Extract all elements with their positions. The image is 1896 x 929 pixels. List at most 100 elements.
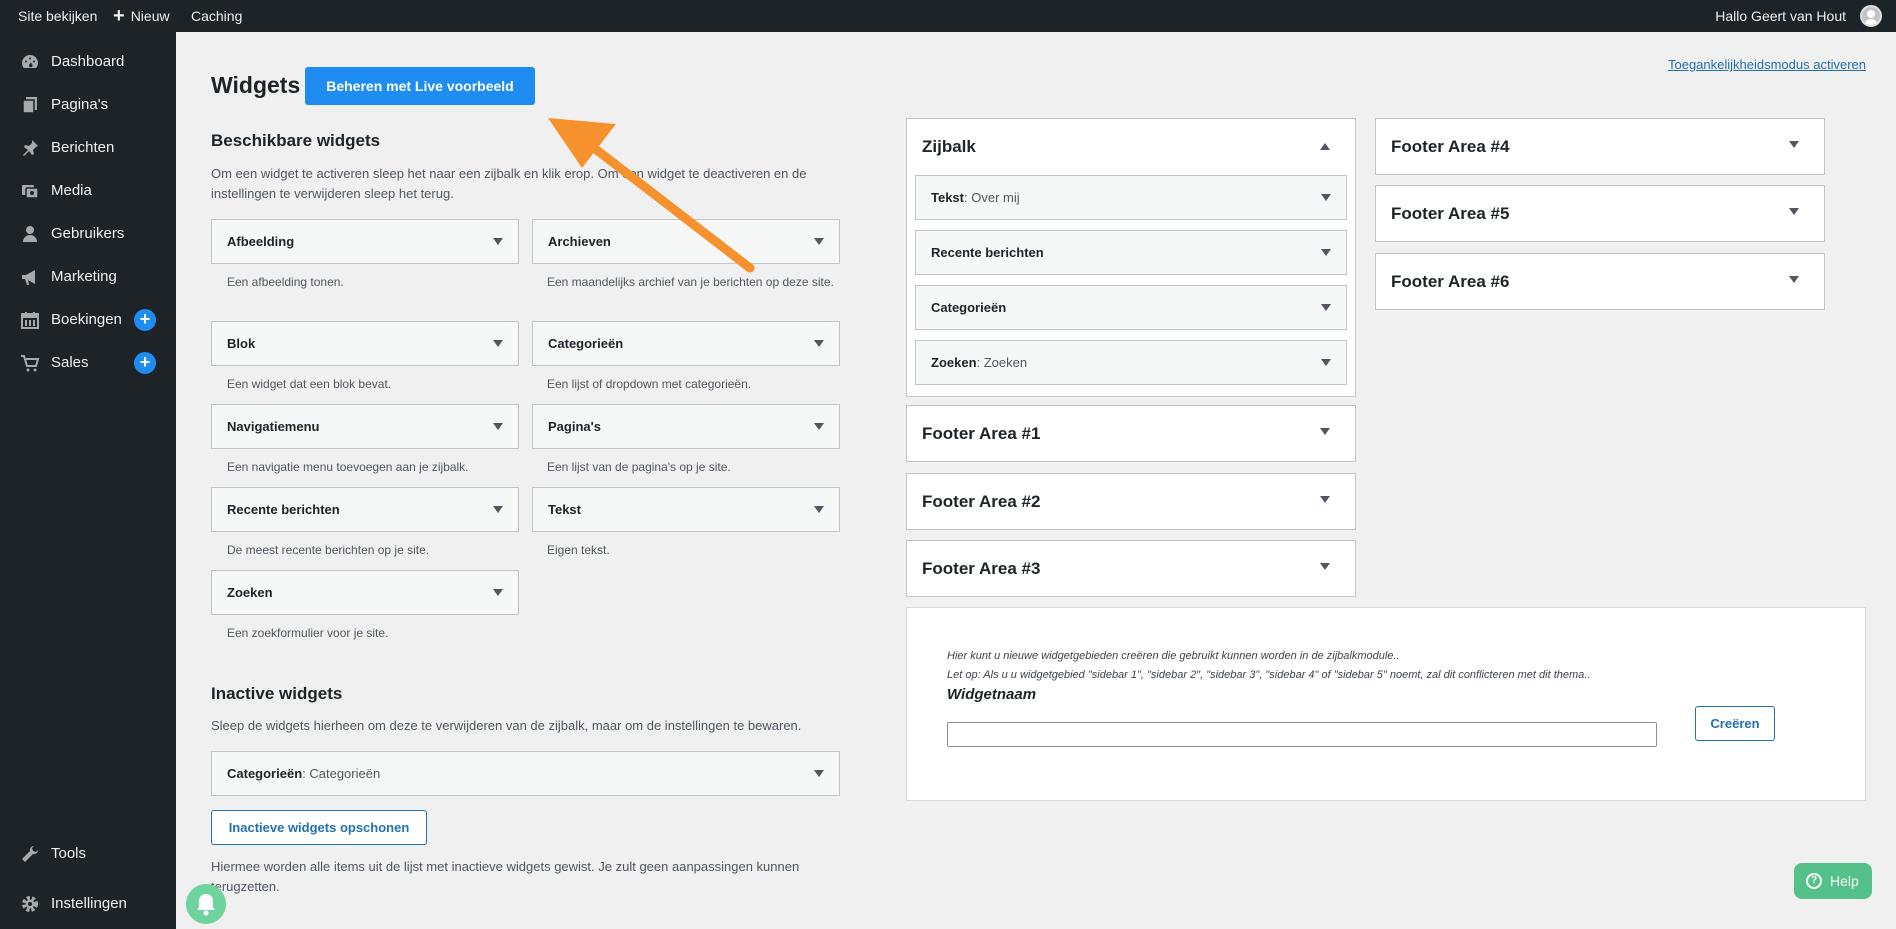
caret-down-icon[interactable] bbox=[1789, 208, 1799, 215]
sidebar-item-media[interactable]: Media bbox=[0, 173, 176, 209]
create-button[interactable]: Creëren bbox=[1695, 706, 1775, 741]
caret-down-icon[interactable] bbox=[493, 589, 503, 596]
page-title: Widgets bbox=[211, 72, 301, 98]
notification-button[interactable] bbox=[186, 884, 226, 924]
widget-afbeelding[interactable]: Afbeelding bbox=[211, 219, 519, 264]
widget-title: Tekst bbox=[548, 502, 581, 517]
footer-area-5[interactable]: Footer Area #5 bbox=[1375, 185, 1825, 242]
available-widgets-description: Om een widget te activeren sleep het naa… bbox=[211, 166, 807, 201]
caret-down-icon[interactable] bbox=[814, 238, 824, 245]
inactive-widgets-title: Inactive widgets bbox=[211, 684, 343, 703]
footer-area-2[interactable]: Footer Area #2 bbox=[906, 473, 1356, 530]
sidebar-item-label: Media bbox=[51, 182, 92, 199]
area-title: Zijbalk bbox=[922, 137, 976, 156]
zijbalk-widget-tekst[interactable]: Tekst: Over mij bbox=[915, 175, 1347, 220]
new-label: Nieuw bbox=[130, 8, 170, 24]
create-note-warning: Let op: Als u u widgetgebied "sidebar 1"… bbox=[947, 669, 1591, 681]
widget-blok[interactable]: Blok bbox=[211, 321, 519, 366]
widget-title: Afbeelding bbox=[227, 234, 295, 249]
widget-name-input[interactable] bbox=[947, 722, 1657, 747]
account-greeting[interactable]: Hallo Geert van Hout bbox=[1715, 0, 1846, 32]
caret-down-icon[interactable] bbox=[1321, 304, 1331, 311]
widget-navigatiemenu[interactable]: Navigatiemenu bbox=[211, 404, 519, 449]
widget-name: Categorieën bbox=[931, 300, 1007, 315]
zijbalk-widget-categorieen[interactable]: Categorieën bbox=[915, 285, 1347, 330]
widget-archieven[interactable]: Archieven bbox=[532, 219, 840, 264]
caret-down-icon[interactable] bbox=[814, 506, 824, 513]
sidebar-item-settings[interactable]: Instellingen bbox=[0, 886, 176, 922]
caret-down-icon[interactable] bbox=[1321, 249, 1331, 256]
plus-icon: + bbox=[113, 5, 125, 27]
widget-title: Categorieën: Categorieën bbox=[227, 752, 380, 795]
sidebar-item-pages[interactable]: Pagina's bbox=[0, 87, 176, 123]
caret-down-icon[interactable] bbox=[814, 423, 824, 430]
caret-down-icon[interactable] bbox=[1320, 563, 1330, 570]
sidebar-item-tools[interactable]: Tools bbox=[0, 836, 176, 872]
sidebar-item-label: Dashboard bbox=[51, 53, 125, 70]
footer-area-1[interactable]: Footer Area #1 bbox=[906, 405, 1356, 462]
widget-name: Recente berichten bbox=[931, 245, 1044, 260]
widget-categorieen[interactable]: Categorieën bbox=[532, 321, 840, 366]
caching-menu[interactable]: Caching bbox=[191, 0, 242, 32]
inactive-widget-categorieen[interactable]: Categorieën: Categorieën bbox=[211, 751, 840, 796]
widget-title: Zoeken bbox=[227, 585, 273, 600]
caret-down-icon[interactable] bbox=[1321, 359, 1331, 366]
widget-name: Zoeken bbox=[931, 355, 977, 370]
widget-description: Een afbeelding tonen. bbox=[227, 275, 344, 289]
sidebar-item-posts[interactable]: Berichten bbox=[0, 130, 176, 166]
caret-up-icon[interactable] bbox=[1320, 143, 1330, 150]
sidebar-area-zijbalk[interactable]: Zijbalk Tekst: Over mij Recente berichte… bbox=[906, 118, 1356, 397]
sidebar-item-users[interactable]: Gebruikers bbox=[0, 216, 176, 252]
sidebar-item-dashboard[interactable]: Dashboard bbox=[0, 44, 176, 80]
media-icon bbox=[22, 185, 39, 199]
caret-down-icon[interactable] bbox=[1321, 194, 1331, 201]
zijbalk-widget-zoeken[interactable]: Zoeken: Zoeken bbox=[915, 340, 1347, 385]
caret-down-icon[interactable] bbox=[814, 770, 824, 777]
caret-down-icon[interactable] bbox=[814, 340, 824, 347]
area-title: Footer Area #6 bbox=[1391, 272, 1510, 291]
add-booking-button[interactable]: + bbox=[134, 309, 156, 331]
sidebar-item-bookings[interactable]: Boekingen + bbox=[0, 302, 176, 338]
pages-icon bbox=[22, 97, 37, 114]
footer-area-3[interactable]: Footer Area #3 bbox=[906, 540, 1356, 597]
widget-description: Een maandelijks archief van je berichten… bbox=[547, 275, 834, 289]
caret-down-icon[interactable] bbox=[1320, 496, 1330, 503]
live-preview-button[interactable]: Beheren met Live voorbeeld bbox=[305, 67, 535, 105]
sidebar-item-marketing[interactable]: Marketing bbox=[0, 259, 176, 295]
zijbalk-widget-recente-berichten[interactable]: Recente berichten bbox=[915, 230, 1347, 275]
footer-area-6[interactable]: Footer Area #6 bbox=[1375, 253, 1825, 310]
widget-tekst[interactable]: Tekst bbox=[532, 487, 840, 532]
widget-recente-berichten[interactable]: Recente berichten bbox=[211, 487, 519, 532]
sidebar-item-label: Tools bbox=[51, 845, 87, 862]
widget-description: De meest recente berichten op je site. bbox=[227, 543, 430, 557]
footer-area-4[interactable]: Footer Area #4 bbox=[1375, 118, 1825, 175]
widget-description: Een widget dat een blok bevat. bbox=[227, 377, 392, 391]
caret-down-icon[interactable] bbox=[493, 506, 503, 513]
widget-subtitle: : Zoeken bbox=[976, 355, 1028, 370]
caret-down-icon[interactable] bbox=[493, 423, 503, 430]
caret-down-icon[interactable] bbox=[1789, 141, 1799, 148]
widget-title: Categorieën bbox=[548, 336, 624, 351]
widget-paginas[interactable]: Pagina's bbox=[532, 404, 840, 449]
cart-icon bbox=[21, 355, 40, 372]
accessibility-mode-link[interactable]: Toegankelijkheidsmodus activeren bbox=[1668, 57, 1866, 72]
widget-zoeken[interactable]: Zoeken bbox=[211, 570, 519, 615]
add-sale-button[interactable]: + bbox=[134, 352, 156, 374]
site-view-link[interactable]: Site bekijken bbox=[18, 0, 97, 32]
caret-down-icon[interactable] bbox=[493, 340, 503, 347]
sidebar-item-sales[interactable]: Sales + bbox=[0, 345, 176, 381]
help-button[interactable]: ? Help bbox=[1794, 863, 1872, 899]
clear-inactive-widgets-button[interactable]: Inactieve widgets opschonen bbox=[211, 810, 427, 845]
admin-bar: Site bekijken + Nieuw Caching Hallo Geert… bbox=[0, 0, 1896, 32]
widget-description: Een lijst of dropdown met categorieën. bbox=[547, 377, 752, 391]
new-menu[interactable]: + Nieuw bbox=[113, 0, 170, 32]
area-title: Footer Area #1 bbox=[922, 424, 1041, 443]
caret-down-icon[interactable] bbox=[1789, 276, 1799, 283]
caret-down-icon[interactable] bbox=[493, 238, 503, 245]
sidebar-item-label: Boekingen bbox=[51, 311, 122, 328]
avatar[interactable] bbox=[1860, 5, 1882, 27]
caret-down-icon[interactable] bbox=[1320, 428, 1330, 435]
widget-title: Recente berichten bbox=[931, 231, 1044, 274]
widget-name-label: Widgetnaam bbox=[947, 686, 1037, 703]
admin-sidebar: Dashboard Pagina's Berichten Media Gebru… bbox=[0, 32, 176, 929]
